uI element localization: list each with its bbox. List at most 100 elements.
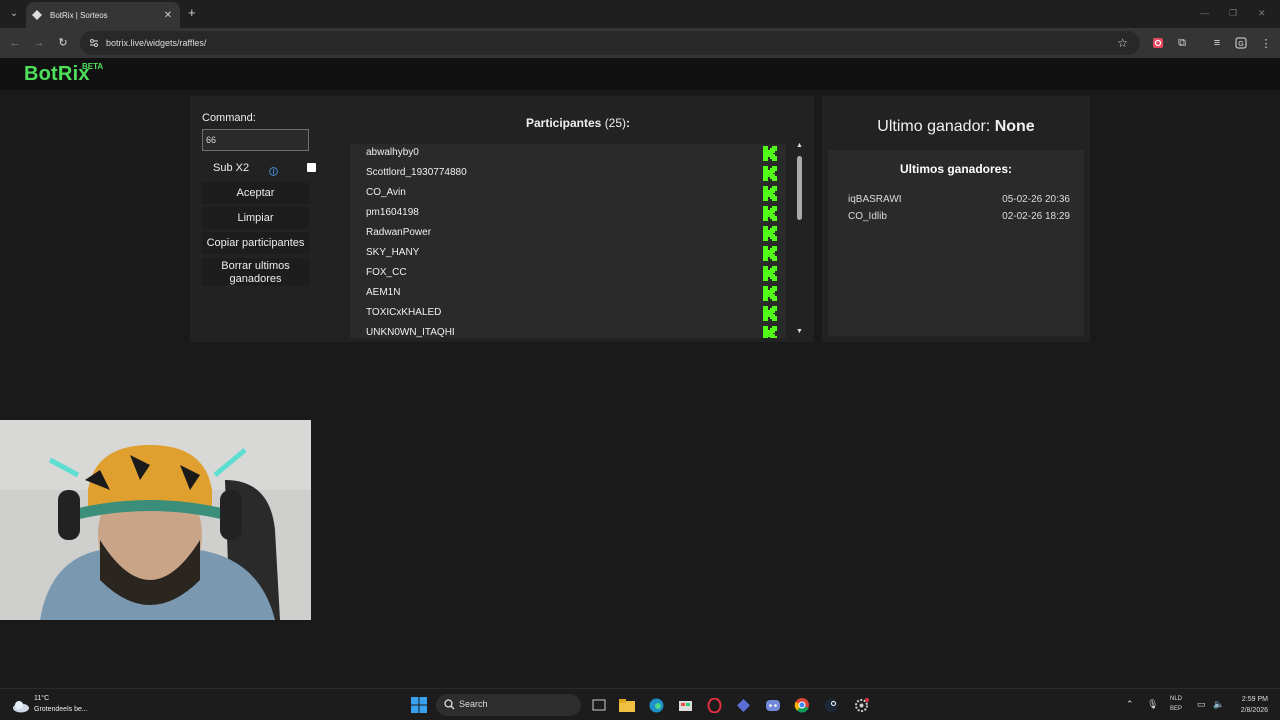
command-input[interactable] [202,129,309,151]
recent-winners-box: Ultimos ganadores: iqBASRAWI 05-02-26 20… [828,150,1084,336]
winner-name: iqBASRAWI [848,194,902,205]
participants-title: Participantes [525,116,602,130]
participants-colon: : [626,116,631,130]
site-info-icon[interactable] [88,37,100,49]
info-icon[interactable] [269,163,278,176]
bookmark-star-icon[interactable]: ☆ [1117,36,1128,50]
task-view-icon[interactable] [590,696,608,714]
participant-name: SKY_HANY [366,247,420,258]
clear-button[interactable]: Limpiar [202,207,309,229]
scrollbar-thumb[interactable] [797,156,802,220]
search-icon [444,699,455,710]
participant-name: CO_Avin [366,187,406,198]
participant-name: abwalhyby0 [366,147,419,158]
copy-participants-button[interactable]: Copiar participantes [202,232,309,254]
taskbar-search[interactable]: Search [436,694,581,716]
clear-winners-button[interactable]: Borrar ultimos ganadores [202,258,309,286]
reload-icon[interactable]: ↻ [56,36,70,50]
winners-panel: Ultimo ganador: None Ultimos ganadores: … [822,96,1090,342]
participant-name: AEM1N [366,287,401,298]
kick-icon [763,226,777,241]
profile-icon[interactable]: G [1233,35,1249,51]
last-winner-label: Ultimo ganador: [877,118,991,135]
kick-icon [763,246,777,261]
clock-time: 2:59 PM [1241,696,1268,703]
raffle-panel: Command: Sub X2 Aceptar Limpiar Copiar p… [190,96,814,342]
maximize-icon[interactable]: ❐ [1229,8,1237,19]
back-arrow-icon[interactable]: ← [8,36,22,50]
kick-icon [763,166,777,181]
store-icon[interactable] [676,696,694,714]
window-close-icon[interactable]: ✕ [1258,8,1266,19]
scroll-up-arrow-icon[interactable]: ▲ [796,142,803,149]
browser-toolbar: ← → ↻ botrix.live/widgets/raffles/ ☆ ⧉ ≡… [0,28,1280,58]
browser-tab[interactable]: BotRix | Sorteos ✕ [26,2,180,28]
menu-kebab-icon[interactable]: ⋮ [1258,35,1274,51]
windows-start-icon[interactable] [410,696,428,714]
app-icon[interactable] [734,696,752,714]
participant-row: FOX_CC [350,264,780,284]
sub-x2-checkbox[interactable] [307,163,316,172]
last-winner-value: None [994,118,1035,135]
tab-list-chevron-icon[interactable]: ⌄ [6,6,22,22]
weather-temp: 11°C [34,695,50,702]
language-indicator[interactable]: NLD BEP [1170,694,1182,714]
clear-winners-label-line2: ganadores [229,272,282,285]
media-control-icon[interactable]: ≡ [1209,35,1225,51]
discord-icon[interactable] [764,696,782,714]
file-explorer-icon[interactable] [618,696,636,714]
extensions-puzzle-icon[interactable]: ⧉ [1174,35,1190,51]
participant-row: pm1604198 [350,204,780,224]
kick-icon [763,186,777,201]
winner-date: 02-02-26 18:29 [1002,211,1070,222]
settings-icon[interactable] [852,696,870,714]
edge-browser-icon[interactable] [647,696,665,714]
participants-count: (25) [604,116,627,130]
system-clock[interactable]: 2:59 PM 2/8/2026 [1232,694,1268,716]
participant-row: UNKN0WN_ITAQHI [350,324,780,338]
browser-tab-bar: ⌄ BotRix | Sorteos ✕ + — ❐ ✕ [0,0,1280,28]
lang-primary: NLD [1170,696,1183,702]
weather-widget[interactable]: 11°C Grotendeels be... [12,695,102,717]
forward-arrow-icon[interactable]: → [32,36,46,50]
scroll-down-arrow-icon[interactable]: ▼ [796,328,803,335]
participant-row: TOXICxKHALED [350,304,780,324]
volume-icon[interactable]: 🔈 [1213,699,1224,710]
windows-taskbar: 11°C Grotendeels be... Search ⌃ 🎙 NLD BE… [0,688,1280,720]
minimize-icon[interactable]: — [1200,8,1209,18]
participant-name: UNKN0WN_ITAQHI [366,327,455,338]
tray-overflow-chevron-icon[interactable]: ⌃ [1126,699,1134,710]
webcam-overlay [0,420,311,620]
accept-button[interactable]: Aceptar [202,182,309,204]
participant-row: RadwanPower [350,224,780,244]
participant-name: RadwanPower [366,227,432,238]
tab-close-icon[interactable]: ✕ [162,10,174,21]
address-bar[interactable]: botrix.live/widgets/raffles/ ☆ [80,31,1140,55]
participant-row: Scottlord_1930774880 [350,164,780,184]
last-winner: Ultimo ganador: None [822,118,1090,136]
steam-icon[interactable] [822,696,840,714]
extension-red-icon[interactable] [1150,35,1166,51]
participant-row: abwalhyby0 [350,144,780,164]
botrix-logo[interactable]: BotRix [24,63,90,86]
kick-icon [763,206,777,221]
participant-name: pm1604198 [366,207,419,218]
site-header: BotRix BETA [0,58,1280,90]
chrome-icon[interactable] [793,696,811,714]
participants-scrollbar[interactable]: ▲ ▼ [794,142,804,338]
kick-icon [763,326,777,338]
sub-x2-label: Sub X2 [213,162,250,174]
kick-icon [763,306,777,321]
winner-row: CO_Idlib 02-02-26 18:29 [848,211,1070,222]
recent-winners-title: Ultimos ganadores: [899,162,1013,176]
url-text: botrix.live/widgets/raffles/ [106,38,207,48]
search-label: Search [459,699,488,709]
network-icon[interactable]: ▭ [1197,699,1206,710]
new-tab-plus-icon[interactable]: + [188,6,196,20]
cloud-icon [13,701,29,713]
participant-row: SKY_HANY [350,244,780,264]
microphone-icon[interactable]: 🎙 [1147,699,1158,710]
participant-row: AEM1N [350,284,780,304]
opera-icon[interactable] [705,696,723,714]
participants-list[interactable]: abwalhyby0 Scottlord_1930774880 CO_Avin pm1… [350,144,786,338]
